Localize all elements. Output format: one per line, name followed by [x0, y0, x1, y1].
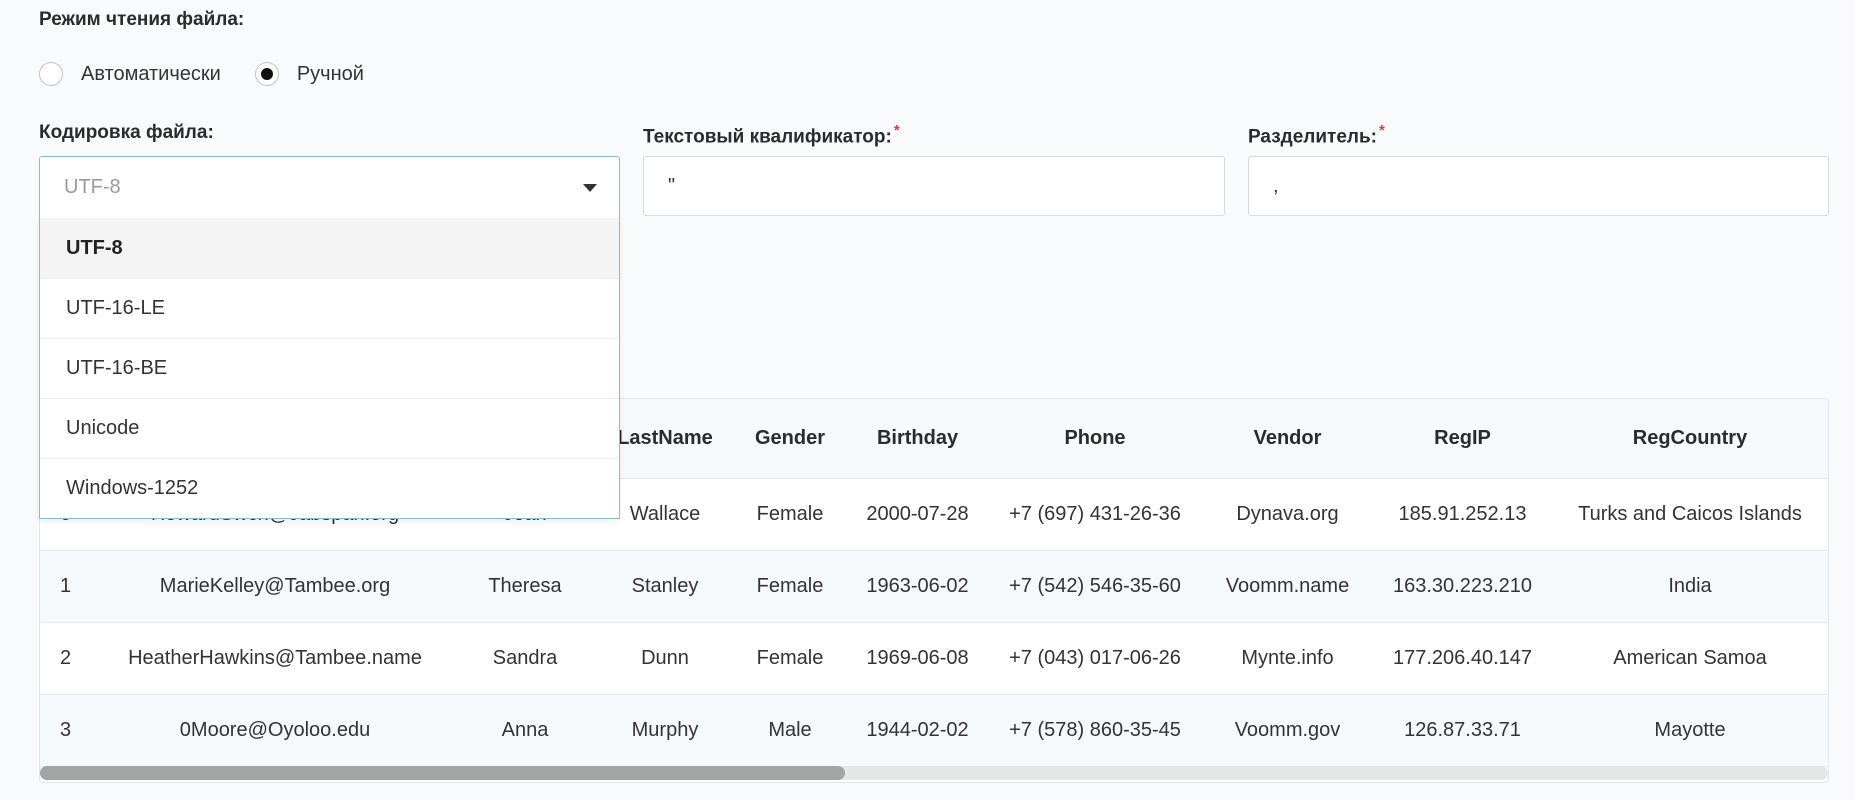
column-header-gender: Gender — [735, 399, 845, 479]
encoding-option[interactable]: UTF-16-LE — [40, 278, 619, 338]
table-cell: Dynava.org — [1200, 478, 1375, 551]
radio-auto[interactable]: Автоматически — [39, 62, 221, 86]
table-cell: 1969-06-08 — [845, 622, 990, 695]
column-header-birthday: Birthday — [845, 399, 990, 479]
table-cell: +7 (043) 017-06-26 — [990, 622, 1200, 695]
table-cell: HeatherHawkins@Tambee.name — [95, 622, 455, 695]
table-cell: 1 — [40, 550, 95, 623]
required-mark: * — [893, 122, 900, 139]
required-mark: * — [1379, 122, 1385, 139]
file-read-mode-radio-group: Автоматически Ручной — [39, 62, 398, 86]
table-cell: 126.87.33.71 — [1375, 694, 1550, 767]
radio-circle-unchecked[interactable] — [39, 62, 63, 86]
horizontal-scrollbar[interactable] — [40, 766, 1828, 780]
table-cell: Anna — [455, 694, 595, 767]
table-cell: 163.30.223.210 — [1375, 550, 1550, 623]
table-cell: 1963-06-02 — [845, 550, 990, 623]
table-cell: 185.91.252.13 — [1375, 478, 1550, 551]
table-cell: Female — [735, 478, 845, 551]
encoding-option[interactable]: UTF-16-BE — [40, 338, 619, 398]
table-row: 3 0Moore@Oyoloo.edu Anna Murphy Male 194… — [40, 694, 1828, 767]
table-cell: +7 (542) 546-35-60 — [990, 550, 1200, 623]
table-cell: India — [1550, 550, 1828, 623]
encoding-select[interactable]: UTF-8 — [39, 156, 620, 218]
table-row: 2 HeatherHawkins@Tambee.name Sandra Dunn… — [40, 622, 1828, 695]
column-header-phone: Phone — [990, 399, 1200, 479]
table-cell: Theresa — [455, 550, 595, 623]
encoding-option[interactable]: Windows-1252 — [40, 458, 619, 518]
table-cell: American Samoa — [1550, 622, 1828, 695]
table-cell: +7 (578) 860-35-45 — [990, 694, 1200, 767]
column-header-regip: RegIP — [1375, 399, 1550, 479]
encoding-option[interactable]: UTF-8 — [40, 218, 619, 278]
encoding-select-value: UTF-8 — [64, 176, 121, 198]
radio-manual[interactable]: Ручной — [254, 62, 364, 86]
table-cell: Female — [735, 622, 845, 695]
caret-down-icon[interactable] — [583, 184, 597, 192]
table-cell: Male — [735, 694, 845, 767]
table-cell: 1944-02-02 — [845, 694, 990, 767]
table-cell: MarieKelley@Tambee.org — [95, 550, 455, 623]
table-cell: Voomm.name — [1200, 550, 1375, 623]
table-cell: Stanley — [595, 550, 735, 623]
text-qualifier-value: " — [668, 174, 676, 197]
encoding-option[interactable]: Unicode — [40, 398, 619, 458]
table-cell: Female — [735, 550, 845, 623]
table-row: 1 MarieKelley@Tambee.org Theresa Stanley… — [40, 550, 1828, 623]
table-cell: 2000-07-28 — [845, 478, 990, 551]
column-header-vendor: Vendor — [1200, 399, 1375, 479]
scrollbar-thumb[interactable] — [40, 766, 845, 780]
table-cell: Mynte.info — [1200, 622, 1375, 695]
radio-circle-checked[interactable] — [254, 62, 279, 86]
table-cell: Turks and Caicos Islands — [1550, 478, 1828, 551]
radio-auto-label: Автоматически — [81, 62, 221, 85]
text-qualifier-input[interactable]: " — [643, 156, 1225, 216]
text-qualifier-label: Текстовый квалификатор: * — [643, 122, 900, 148]
column-header-regcountry: RegCountry — [1550, 399, 1828, 479]
table-cell: 2 — [40, 622, 95, 695]
table-cell: 0Moore@Oyoloo.edu — [95, 694, 455, 767]
table-cell: 177.206.40.147 — [1375, 622, 1550, 695]
encoding-label: Кодировка файла: — [39, 122, 214, 143]
file-read-mode-label: Режим чтения файла: — [39, 9, 245, 30]
table-cell: Murphy — [595, 694, 735, 767]
separator-input[interactable]: , — [1248, 156, 1829, 216]
encoding-dropdown-menu: UTF-8 UTF-16-LE UTF-16-BE Unicode Window… — [39, 218, 620, 519]
table-cell: +7 (697) 431-26-36 — [990, 478, 1200, 551]
table-cell: 3 — [40, 694, 95, 767]
table-cell: Sandra — [455, 622, 595, 695]
table-cell: Dunn — [595, 622, 735, 695]
separator-value: , — [1273, 174, 1279, 197]
radio-manual-label: Ручной — [296, 62, 364, 85]
separator-label: Разделитель: * — [1248, 122, 1385, 148]
table-cell: Mayotte — [1550, 694, 1828, 767]
table-cell: Voomm.gov — [1200, 694, 1375, 767]
